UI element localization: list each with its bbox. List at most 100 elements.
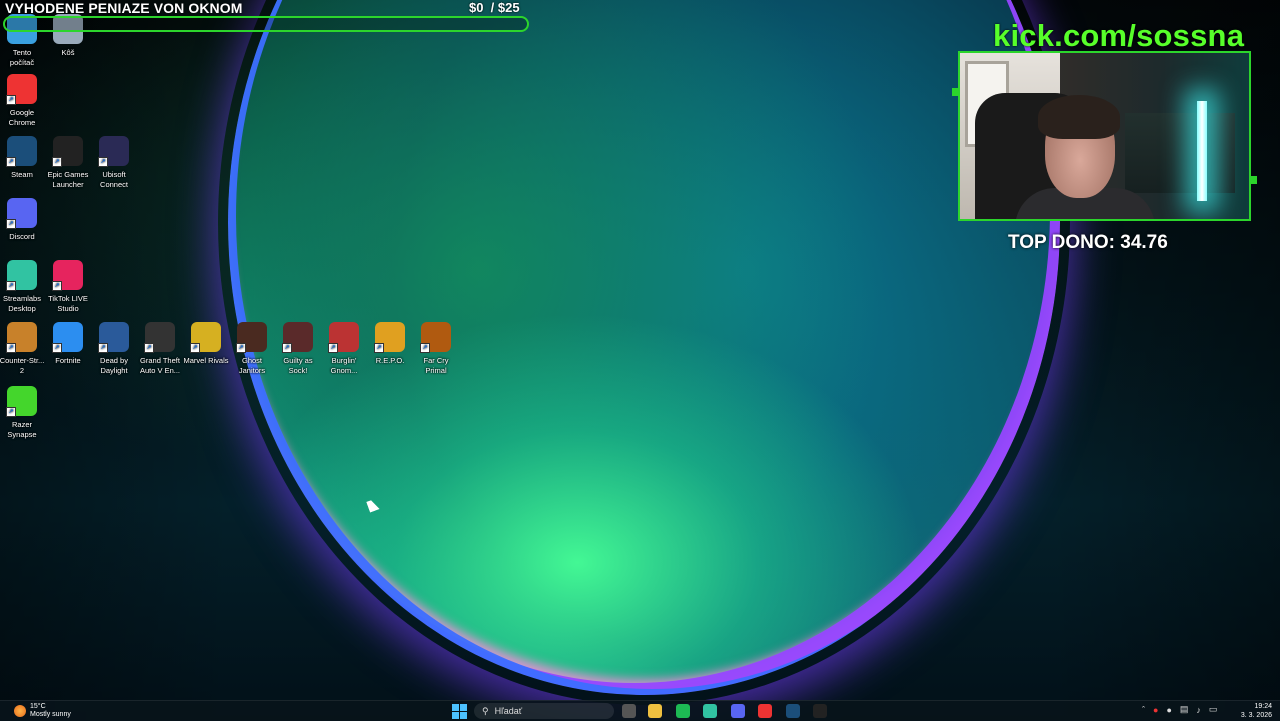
desktop-shortcut-chrome[interactable]: ↗ Google Chrome — [0, 74, 48, 128]
desktop-shortcut-label: Steam — [11, 170, 33, 179]
razer-icon: ↗ — [6, 386, 37, 417]
microphone-icon[interactable]: ● — [1166, 705, 1171, 715]
desktop-shortcut-label: Fortnite — [55, 356, 81, 365]
clock-date: 3. 3. 2026 — [1240, 712, 1272, 719]
webcam-streamer-hair — [1038, 95, 1120, 139]
desktop-shortcut-label: Ghost Janitors — [238, 356, 266, 375]
desktop-shortcut-ubisoft[interactable]: ↗ Ubisoft Connect — [88, 136, 140, 190]
weather-widget[interactable]: 15°C Mostly sunny — [14, 703, 71, 719]
taskbar-file-explorer-icon[interactable] — [648, 704, 662, 718]
desktop-shortcut-fortnite[interactable]: ↗ Fortnite — [42, 322, 94, 366]
desktop-shortcut-label: Dead by Daylight — [100, 356, 128, 375]
shortcut-arrow-icon: ↗ — [98, 157, 108, 167]
weather-text: 15°C Mostly sunny — [30, 703, 71, 719]
taskbar-task-view-icon[interactable] — [622, 704, 636, 718]
tray-app-icon[interactable]: ● — [1153, 705, 1158, 715]
desktop-shortcut-far-cry-primal[interactable]: ↗ Far Cry Primal — [410, 322, 462, 376]
ubisoft-icon: ↗ — [98, 136, 129, 167]
taskbar-clock[interactable]: 19:24 3. 3. 2026 — [1236, 702, 1272, 720]
discord-icon: ↗ — [6, 198, 37, 229]
shortcut-arrow-icon: ↗ — [6, 95, 16, 105]
guilty-as-sock-icon: ↗ — [282, 322, 313, 353]
desktop-shortcut-discord[interactable]: ↗ Discord — [0, 198, 48, 242]
battery-icon[interactable]: ▭ — [1209, 704, 1218, 715]
shortcut-arrow-icon: ↗ — [6, 407, 16, 417]
far-cry-primal-icon: ↗ — [420, 322, 451, 353]
weather-sun-icon — [14, 705, 26, 717]
shortcut-arrow-icon: ↗ — [98, 343, 108, 353]
taskbar-chrome-icon[interactable] — [758, 704, 772, 718]
desktop-shortcut-label: Streamlabs Desktop — [3, 294, 41, 313]
volume-icon[interactable]: ♪ — [1196, 705, 1201, 715]
epic-games-icon: ↗ — [52, 136, 83, 167]
webcam-corner-marker-right — [1251, 176, 1257, 184]
shortcut-arrow-icon: ↗ — [236, 343, 246, 353]
shortcut-arrow-icon: ↗ — [328, 343, 338, 353]
desktop-shortcut-streamlabs[interactable]: ↗ Streamlabs Desktop — [0, 260, 48, 314]
webcam-feed — [958, 51, 1251, 221]
weather-temperature: 15°C — [30, 703, 46, 710]
dead-by-daylight-icon: ↗ — [98, 322, 129, 353]
kick-channel-url: kick.com/sossna — [993, 18, 1245, 53]
shortcut-arrow-icon: ↗ — [52, 157, 62, 167]
search-icon: ⚲ — [482, 705, 489, 716]
shortcut-arrow-icon: ↗ — [420, 343, 430, 353]
top-donation-label: TOP DONO: 34.76 — [1008, 232, 1168, 253]
shortcut-arrow-icon: ↗ — [6, 157, 16, 167]
desktop-shortcut-label: R.E.P.O. — [375, 356, 405, 365]
shortcut-arrow-icon: ↗ — [6, 281, 16, 291]
taskbar-streamlabs-icon[interactable] — [703, 704, 717, 718]
show-hidden-icons-chevron-icon[interactable]: ˆ — [1142, 705, 1145, 715]
webcam-shelf — [1125, 113, 1235, 193]
desktop-shortcut-epic-games[interactable]: ↗ Epic Games Launcher — [42, 136, 94, 190]
webcam-led-lamp — [1197, 101, 1207, 201]
weather-description: Mostly sunny — [30, 711, 71, 718]
windows-start-icon[interactable] — [452, 704, 467, 719]
desktop-shortcut-label: Razer Synapse — [7, 420, 37, 439]
desktop-shortcut-label: Counter-Str... 2 — [0, 356, 45, 375]
desktop-shortcut-counter-strike[interactable]: ↗ Counter-Str... 2 — [0, 322, 48, 376]
taskbar-spotify-icon[interactable] — [676, 704, 690, 718]
network-icon[interactable]: ▤ — [1180, 704, 1189, 715]
desktop-shortcut-label: Ubisoft Connect — [100, 170, 128, 189]
desktop-shortcut-ghost-janitors[interactable]: ↗ Ghost Janitors — [226, 322, 278, 376]
shortcut-arrow-icon: ↗ — [52, 343, 62, 353]
desktop-shortcut-steam[interactable]: ↗ Steam — [0, 136, 48, 180]
desktop-shortcut-repo[interactable]: ↗ R.E.P.O. — [364, 322, 416, 366]
desktop-shortcut-label: Guilty as Sock! — [283, 356, 313, 375]
donation-goal-amount: $0 / $25 — [469, 0, 520, 15]
desktop-shortcut-label: Kôš — [61, 48, 75, 57]
counter-strike-icon: ↗ — [6, 322, 37, 353]
desktop-shortcut-dead-by-daylight[interactable]: ↗ Dead by Daylight — [88, 322, 140, 376]
taskbar-discord-icon[interactable] — [731, 704, 745, 718]
system-tray: ˆ ● ● ▤ ♪ ▭ — [1142, 704, 1217, 715]
shortcut-arrow-icon: ↗ — [6, 343, 16, 353]
streamlabs-icon: ↗ — [6, 260, 37, 291]
taskbar-steam-icon[interactable] — [786, 704, 800, 718]
shortcut-arrow-icon: ↗ — [52, 281, 62, 291]
desktop-shortcut-label: Discord — [9, 232, 35, 241]
desktop-shortcut-tiktok[interactable]: ↗ TikTok LIVE Studio — [42, 260, 94, 314]
desktop-shortcut-label: Epic Games Launcher — [47, 170, 89, 189]
fortnite-icon: ↗ — [52, 322, 83, 353]
steam-icon: ↗ — [6, 136, 37, 167]
desktop-shortcut-label: Far Cry Primal — [423, 356, 449, 375]
taskbar-epic-games-icon[interactable] — [813, 704, 827, 718]
shortcut-arrow-icon: ↗ — [144, 343, 154, 353]
taskbar: 15°C Mostly sunny ⚲ Hľadať ˆ ● ● ▤ ♪ ▭ 1… — [0, 700, 1280, 721]
desktop-shortcut-gta[interactable]: ↗ Grand Theft Auto V En... — [134, 322, 186, 376]
shortcut-arrow-icon: ↗ — [374, 343, 384, 353]
desktop-shortcut-marvel-rivals[interactable]: ↗ Marvel Rivals — [180, 322, 232, 366]
desktop-shortcut-label: Burglin' Gnom... — [330, 356, 358, 375]
chrome-icon: ↗ — [6, 74, 37, 105]
desktop-shortcut-label: Google Chrome — [8, 108, 36, 127]
desktop-shortcut-label: Grand Theft Auto V En... — [139, 356, 181, 375]
repo-icon: ↗ — [374, 322, 405, 353]
clock-time: 19:24 — [1254, 703, 1272, 710]
desktop-shortcut-guilty-as-sock[interactable]: ↗ Guilty as Sock! — [272, 322, 324, 376]
desktop-shortcut-razer[interactable]: ↗ Razer Synapse — [0, 386, 48, 440]
desktop-shortcut-burglin-gnomes[interactable]: ↗ Burglin' Gnom... — [318, 322, 370, 376]
desktop-shortcut-label: Marvel Rivals — [183, 356, 229, 365]
taskbar-search-box[interactable]: ⚲ Hľadať — [474, 703, 614, 719]
donation-goal-bar — [3, 16, 529, 32]
